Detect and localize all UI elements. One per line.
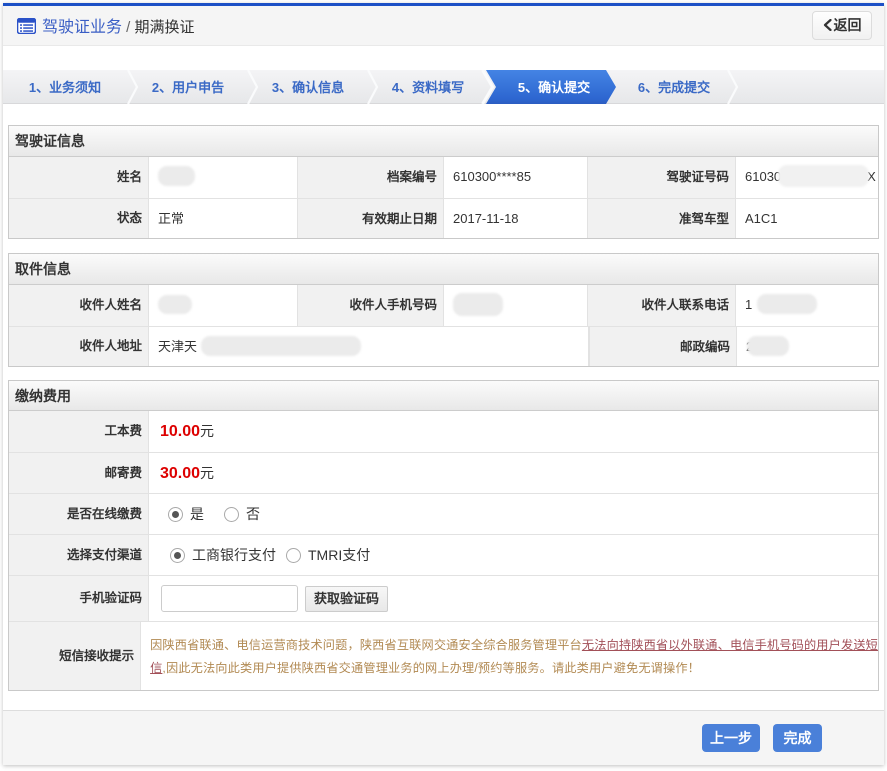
svg-text:2、用户申告: 2、用户申告 [152, 80, 224, 95]
svg-text:4、资料填写: 4、资料填写 [392, 80, 464, 95]
svg-text:5、确认提交: 5、确认提交 [518, 80, 590, 95]
svg-text:1、业务须知: 1、业务须知 [29, 80, 101, 95]
svg-text:6、完成提交: 6、完成提交 [638, 80, 710, 95]
svg-text:3、确认信息: 3、确认信息 [272, 80, 344, 95]
